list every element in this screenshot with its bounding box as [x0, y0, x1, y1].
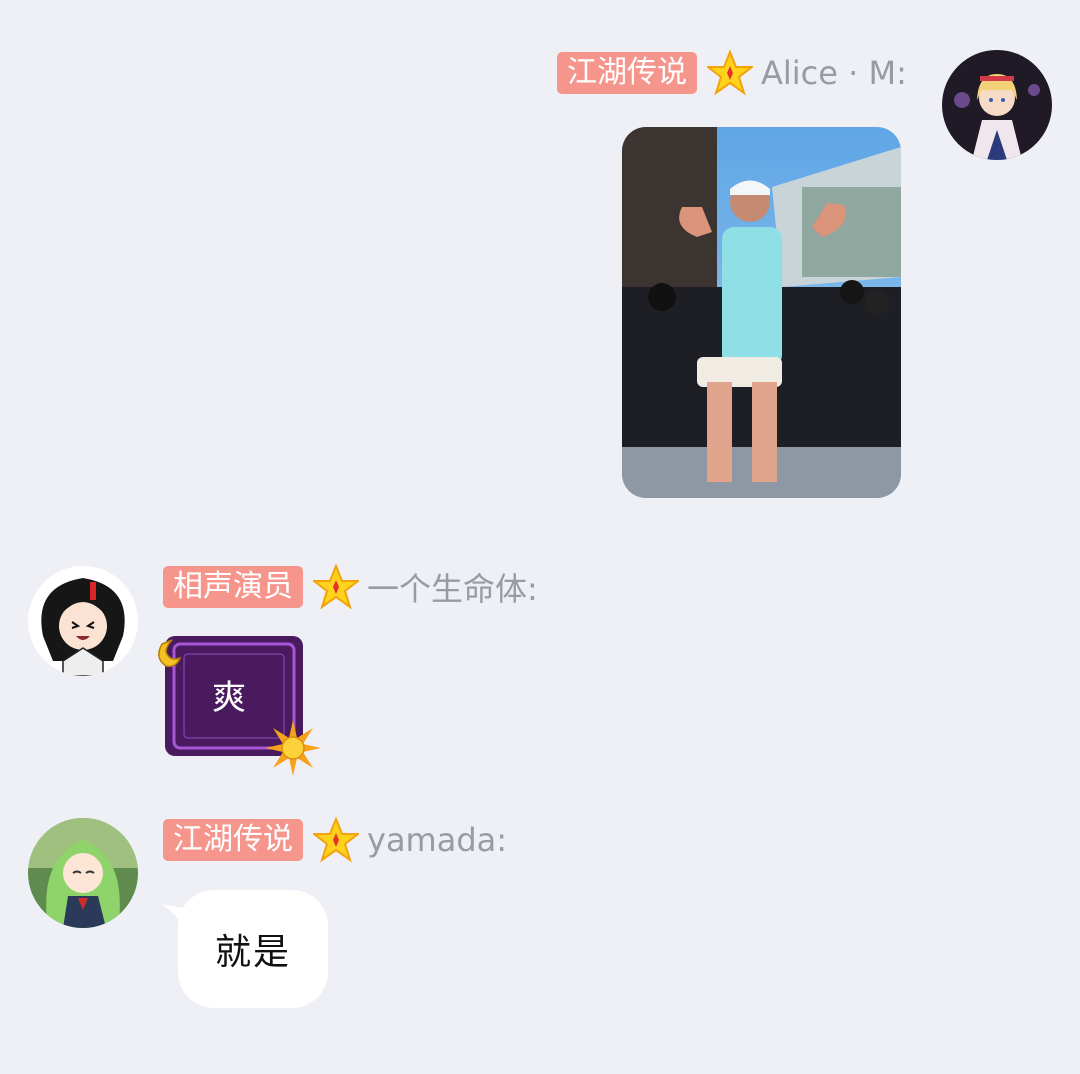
star-icon — [707, 50, 753, 96]
sender-name[interactable]: Alice · M: — [761, 54, 907, 92]
star-icon — [313, 817, 359, 863]
green-hair-anime-avatar-icon — [28, 818, 138, 928]
star-icon — [313, 564, 359, 610]
avatar[interactable] — [28, 818, 138, 928]
shared-photo[interactable] — [622, 127, 901, 498]
black-hair-anime-avatar-icon — [28, 566, 138, 676]
alice-avatar-icon — [942, 50, 1052, 160]
message-header-2: 相声演员 一个生命体: — [163, 564, 538, 610]
message-header-1: 江湖传说 Alice · M: — [557, 50, 907, 96]
title-badge[interactable]: 江湖传说 — [163, 819, 303, 861]
sender-name[interactable]: 一个生命体: — [367, 564, 538, 610]
message-text: 就是 — [214, 932, 291, 973]
message-header-3: 江湖传说 yamada: — [163, 817, 507, 863]
photo-image — [622, 127, 901, 498]
sender-name[interactable]: yamada: — [367, 821, 507, 859]
title-badge[interactable]: 相声演员 — [163, 566, 303, 608]
title-badge[interactable]: 江湖传说 — [557, 52, 697, 94]
message-bubble[interactable]: 就是 — [178, 890, 328, 1008]
sticker-label: 爽 — [212, 678, 246, 718]
avatar[interactable] — [942, 50, 1052, 160]
avatar[interactable] — [28, 566, 138, 676]
